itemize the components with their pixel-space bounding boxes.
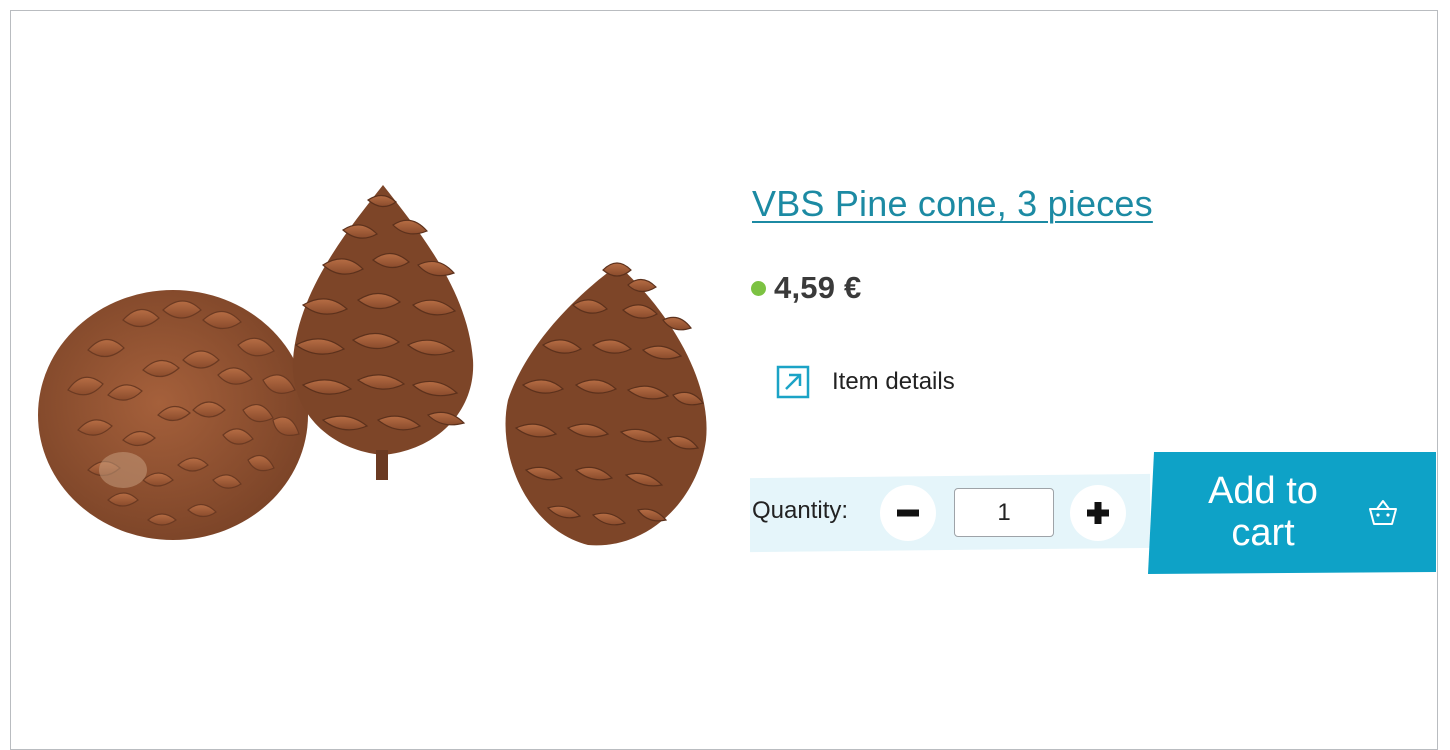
price-row: 4,59 €	[751, 270, 861, 306]
product-title-link[interactable]: VBS Pine cone, 3 pieces	[752, 183, 1153, 225]
item-details-label: Item details	[832, 368, 955, 395]
add-to-cart-label: Add to cart	[1208, 470, 1318, 554]
pine-cone-left	[38, 290, 308, 540]
stock-indicator-icon	[751, 280, 766, 296]
external-arrow-icon	[776, 365, 810, 399]
product-image[interactable]	[28, 170, 718, 590]
quantity-input[interactable]	[954, 488, 1054, 537]
quantity-decrease-button[interactable]	[880, 485, 936, 541]
pine-cone-right	[505, 262, 707, 546]
quantity-increase-button[interactable]	[1070, 485, 1126, 541]
plus-icon	[1087, 502, 1109, 524]
pine-cone-middle	[292, 185, 474, 480]
item-details-link[interactable]: Item details	[776, 365, 955, 399]
basket-icon	[1369, 500, 1397, 525]
product-price: 4,59 €	[774, 270, 862, 305]
quantity-label: Quantity:	[752, 497, 849, 524]
minus-icon	[897, 509, 919, 517]
add-to-cart-button[interactable]: Add to cart	[1148, 452, 1436, 574]
